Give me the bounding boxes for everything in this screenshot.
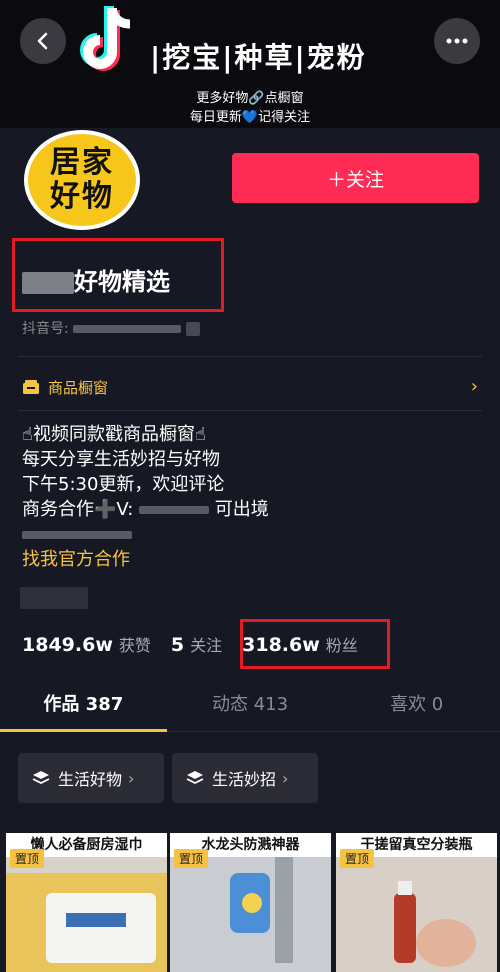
douyin-id: 抖音号: [22,318,200,338]
bio-line: 下午5:30更新，欢迎评论 [22,474,225,495]
pinned-badge: 置顶 [340,849,375,868]
collections-row: 生活好物 › 生活妙招 › [0,733,500,833]
tab-likes[interactable]: 喜欢 0 [333,680,500,731]
chevron-right-icon: › [470,376,478,397]
banner-subtitle-2: 每日更新💙记得关注 [189,110,311,125]
likes-label: 获赞 [118,636,151,655]
shop-icon [23,380,39,394]
official-cooperation-link[interactable]: 找我官方合作 [22,547,482,572]
highlight-box-fans [240,619,390,669]
following-count: 5 [170,634,185,656]
avatar-text-line2: 好物 [50,179,114,214]
content-tabs: 作品 387 动态 413 喜欢 0 [0,680,500,732]
tab-works[interactable]: 作品 387 [0,680,167,732]
likes-count: 1849.6w [22,634,113,656]
chevron-right-icon: › [128,768,135,788]
collection-label: 生活好物 [58,770,123,789]
video-thumbnail[interactable]: 懒人必备厨房湿巾 置顶 [6,833,167,972]
layers-icon [32,771,50,785]
douyin-id-label: 抖音号: [22,321,69,337]
bio-line: ☝视频同款戳商品橱窗☝ [22,424,206,445]
avatar-text-line1: 居家 [50,145,114,180]
more-dots-icon [446,38,468,44]
banner-subtitle-1: 更多好物🔗点橱窗 [196,91,304,106]
tab-updates[interactable]: 动态 413 [167,680,334,731]
tiktok-logo-icon [80,6,131,71]
avatar[interactable]: 居家 好物 [18,130,146,230]
bio-line: 商务合作➕V: 可出境 [22,499,269,520]
follow-button[interactable]: ＋关注 [232,153,479,203]
pinned-badge: 置顶 [174,849,209,868]
bio-line: 每天分享生活妙招与好物 [22,449,220,470]
video-thumbnail[interactable]: 干搓留真空分装瓶 置顶 [336,833,497,972]
profile-tag-chip[interactable] [20,587,88,609]
redacted-text [73,325,182,333]
copy-icon[interactable] [185,322,200,336]
redacted-text [22,531,132,539]
highlight-box-username [12,238,224,312]
video-grid: 懒人必备厨房湿巾 置顶 水龙头防溅神器 置顶 干搓留真空分装瓶 置顶 [0,833,500,972]
redacted-text [139,506,210,514]
collection-chip[interactable]: 生活妙招 › [172,753,318,803]
video-thumbnail[interactable]: 水龙头防溅神器 置顶 [170,833,331,972]
following-stat[interactable]: 5 关注 [171,632,222,656]
back-button[interactable] [20,18,66,64]
bio-line [22,522,482,547]
collection-label: 生活妙招 [212,770,277,789]
following-label: 关注 [190,636,223,655]
wet-wipes-image [6,873,167,972]
layers-icon [186,771,204,785]
likes-stat: 1849.6w 获赞 [22,632,151,656]
shop-window-link[interactable]: 商品橱窗 › [22,372,478,402]
banner-tags: |挖宝|种草|宠粉 [150,41,367,74]
divider [18,410,482,411]
collection-chip[interactable]: 生活好物 › [18,753,164,803]
chevron-left-icon [37,32,48,50]
chevron-right-icon: › [282,768,289,788]
profile-banner: |挖宝|种草|宠粉 更多好物🔗点橱窗 每日更新💙记得关注 [0,0,500,128]
divider [18,356,482,357]
bio: ☝视频同款戳商品橱窗☝ 每天分享生活妙招与好物 下午5:30更新，欢迎评论 商务… [22,422,482,572]
shop-window-label: 商品橱窗 [48,378,109,397]
more-options-button[interactable] [434,18,480,64]
